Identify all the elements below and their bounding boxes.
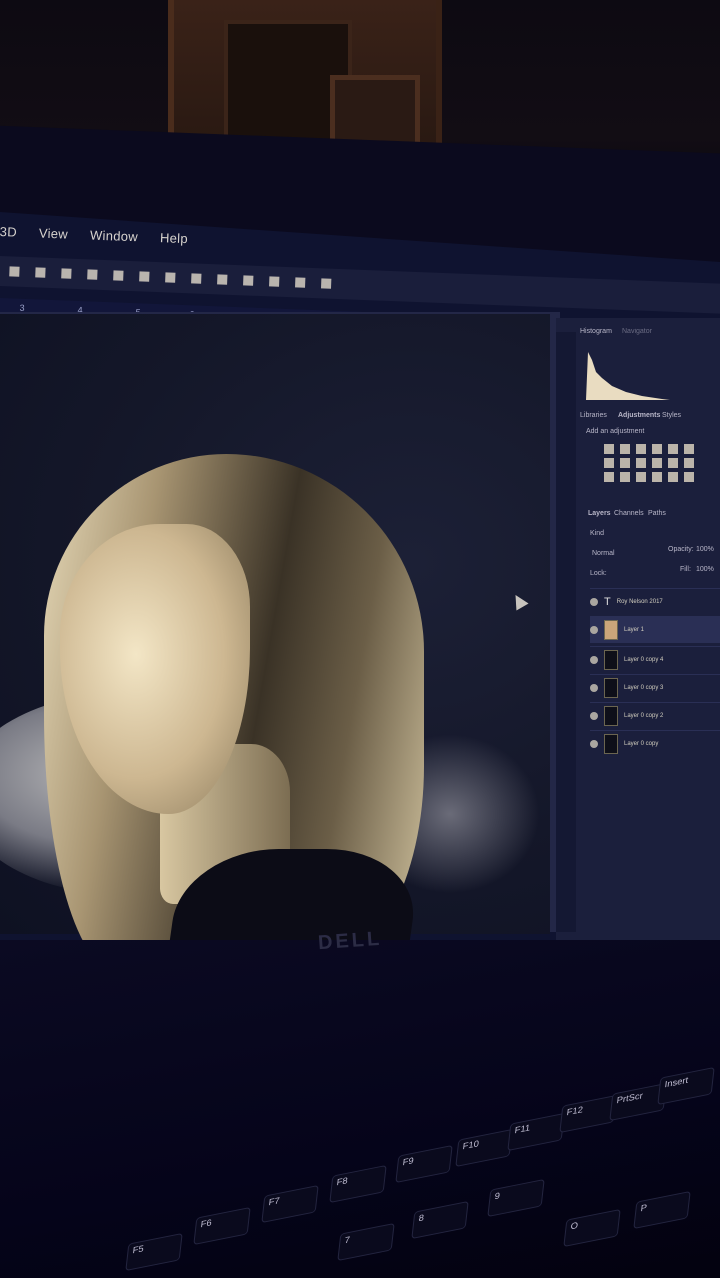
distribute-right-icon[interactable] [295, 277, 306, 288]
brightness-icon[interactable] [604, 444, 614, 454]
layer-row[interactable]: Layer 1 [590, 616, 720, 643]
tab-navigator[interactable]: Navigator [622, 328, 652, 335]
hdr-icon[interactable] [684, 472, 694, 482]
layer-name: Layer 0 copy 3 [624, 685, 664, 691]
layer-row[interactable]: Layer 0 copy 2 [590, 702, 720, 729]
layer-row[interactable]: Layer 0 copy [590, 730, 720, 757]
tab-channels[interactable]: Channels [614, 510, 644, 517]
photo-filter-icon[interactable] [636, 458, 646, 468]
layer-thumbnail [604, 620, 618, 640]
distribute-top-icon[interactable] [165, 272, 176, 283]
laptop-brand-logo: DELL [317, 927, 383, 955]
tab-histogram[interactable]: Histogram [580, 328, 612, 335]
visibility-eye-icon[interactable] [590, 712, 598, 720]
layer-row[interactable]: Layer 0 copy 4 [590, 646, 720, 673]
auto-align-icon[interactable] [320, 278, 332, 289]
align-bottom-icon[interactable] [61, 268, 72, 279]
menu-3d[interactable]: 3D [0, 224, 17, 257]
tab-libraries[interactable]: Libraries [580, 412, 607, 419]
fill-label: Fill: [680, 566, 691, 573]
lookup-icon[interactable] [668, 458, 678, 468]
document-canvas[interactable] [0, 314, 550, 972]
bw-icon[interactable] [620, 458, 630, 468]
mixer-icon[interactable] [652, 458, 662, 468]
blend-mode-select[interactable]: Normal [592, 550, 615, 557]
distribute-left-icon[interactable] [243, 275, 254, 286]
fill-value[interactable]: 100% [696, 566, 714, 573]
vibrance-icon[interactable] [668, 444, 678, 454]
align-right-icon[interactable] [139, 271, 150, 282]
layer-row[interactable]: Layer 0 copy 3 [590, 674, 720, 701]
visibility-eye-icon[interactable] [590, 656, 598, 664]
balance-icon[interactable] [604, 458, 614, 468]
distribute-center-icon[interactable] [191, 273, 202, 284]
tab-adjustments[interactable]: Adjustments [618, 412, 660, 419]
gradient-map-icon[interactable] [636, 472, 646, 482]
tab-layers[interactable]: Layers [588, 510, 611, 517]
tab-styles[interactable]: Styles [662, 412, 681, 419]
layer-name: Layer 1 [624, 627, 645, 633]
adjustment-icons [604, 444, 696, 482]
posterize-icon[interactable] [604, 472, 614, 482]
visibility-eye-icon[interactable] [590, 684, 598, 692]
layer-name: Layer 0 copy [624, 741, 659, 747]
distribute-bottom-icon[interactable] [217, 274, 228, 285]
threshold-icon[interactable] [620, 472, 630, 482]
layer-thumbnail [604, 650, 618, 670]
layer-name: Layer 0 copy 2 [624, 713, 664, 719]
laptop-screen: 3D View Window Help 3 4 5 6 7 8 9 10 11 … [0, 212, 720, 972]
lock-label: Lock: [590, 570, 607, 577]
layer-thumbnail [604, 734, 618, 754]
layer-name: Layer 0 copy 4 [624, 657, 664, 663]
visibility-eye-icon[interactable] [590, 626, 598, 634]
align-vcenter-icon[interactable] [35, 267, 46, 278]
opacity-value[interactable]: 100% [696, 546, 714, 553]
levels-icon[interactable] [620, 444, 630, 454]
histogram-graph [582, 342, 672, 402]
add-adjustment-label: Add an adjustment [586, 428, 645, 435]
menu-view[interactable]: View [38, 226, 69, 259]
layer-thumbnail [604, 678, 618, 698]
menu-help[interactable]: Help [159, 230, 188, 263]
shadow-icon[interactable] [668, 472, 678, 482]
menu-window[interactable]: Window [89, 227, 139, 261]
layer-thumbnail [604, 706, 618, 726]
exposure-icon[interactable] [652, 444, 662, 454]
tab-paths[interactable]: Paths [648, 510, 666, 517]
distribute-hcenter-icon[interactable] [269, 276, 280, 287]
visibility-eye-icon[interactable] [590, 598, 598, 606]
align-top-icon[interactable] [9, 266, 20, 277]
visibility-eye-icon[interactable] [590, 740, 598, 748]
align-left-icon[interactable] [87, 269, 98, 280]
invert-icon[interactable] [684, 458, 694, 468]
layer-row[interactable]: T Roy Nelson 2017 [590, 588, 720, 615]
align-hcenter-icon[interactable] [113, 270, 124, 281]
text-layer-icon: T [604, 596, 611, 608]
curves-icon[interactable] [636, 444, 646, 454]
histogram-svg [586, 352, 670, 400]
selective-color-icon[interactable] [652, 472, 662, 482]
panel-icon-strip [556, 332, 576, 932]
hue-icon[interactable] [684, 444, 694, 454]
layer-name: Roy Nelson 2017 [616, 599, 663, 605]
layer-kind-filter[interactable]: Kind [590, 530, 604, 537]
opacity-label: Opacity: [668, 546, 694, 553]
